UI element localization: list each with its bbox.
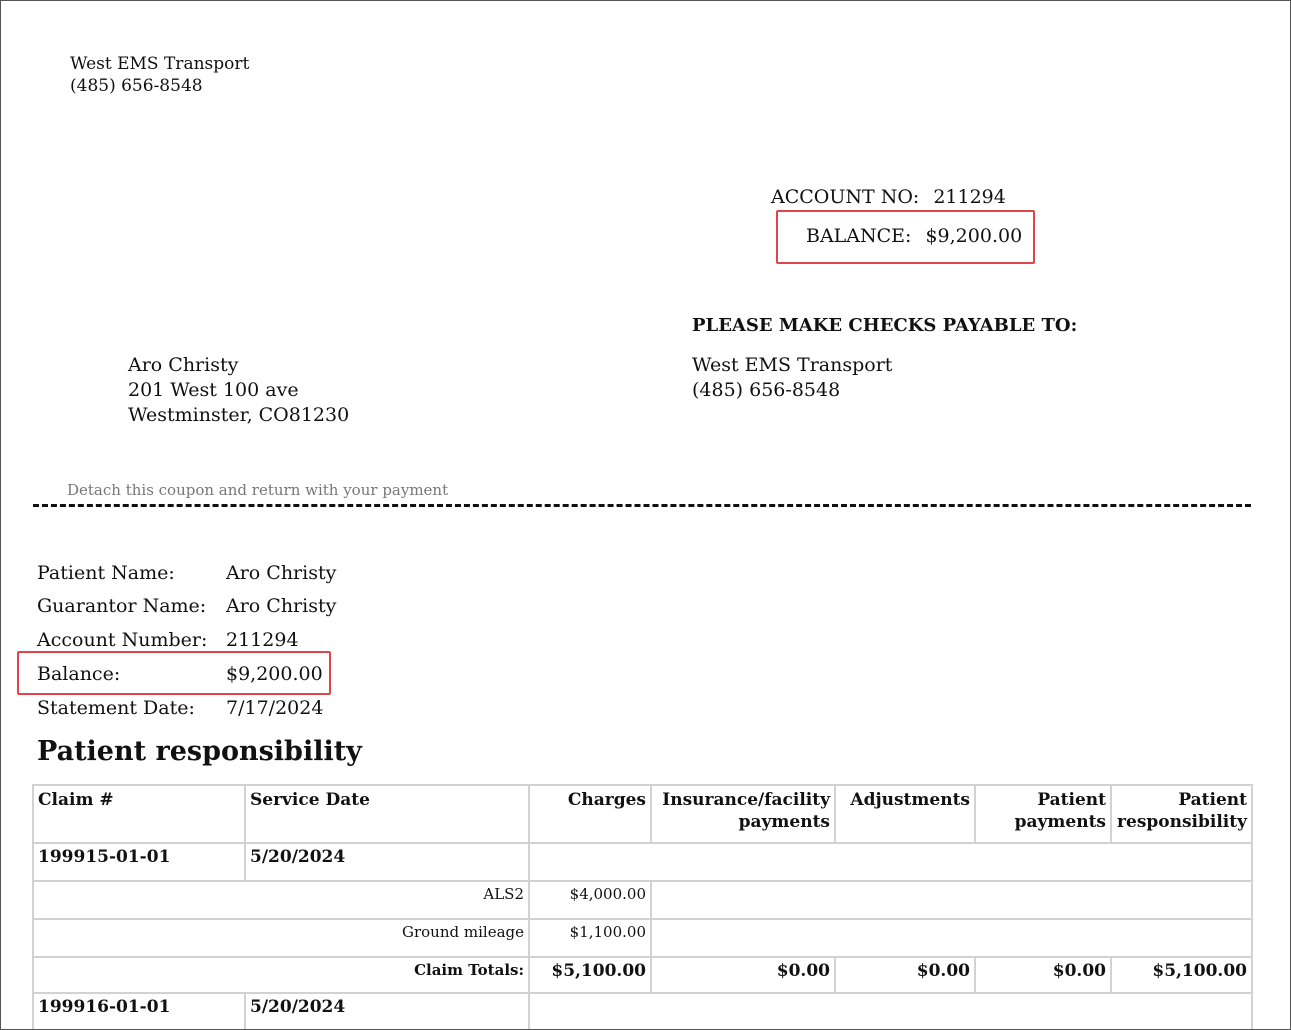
payable-heading: PLEASE MAKE CHECKS PAYABLE TO: <box>692 315 1078 336</box>
total-responsibility: $5,100.00 <box>1110 956 1253 994</box>
col-header-insurance: Insurance/facility payments <box>650 784 836 844</box>
table-row: ALS2 $4,000.00 <box>32 880 1253 920</box>
payable-phone: (485) 656-8548 <box>692 379 841 401</box>
claim-row-filler <box>528 842 1253 882</box>
account-number-line: ACCOUNT NO: 211294 <box>771 186 1006 208</box>
col-header-service-date: Service Date <box>244 784 530 844</box>
payable-block: West EMS Transport (485) 656-8548 <box>692 353 892 403</box>
table-row: Ground mileage $1,100.00 <box>32 918 1253 958</box>
info-value: Aro Christy <box>226 595 337 617</box>
account-number-label: ACCOUNT NO: <box>771 186 920 208</box>
info-label: Patient Name: <box>37 562 175 584</box>
recipient-street: 201 West 100 ave <box>128 379 299 401</box>
service-date: 5/20/2024 <box>244 992 530 1029</box>
col-header-claim: Claim # <box>32 784 246 844</box>
info-label: Guarantor Name: <box>37 595 207 617</box>
total-charges: $5,100.00 <box>528 956 652 994</box>
recipient-address: Aro Christy 201 West 100 ave Westminster… <box>128 353 349 428</box>
info-value: Aro Christy <box>226 562 337 584</box>
statement-page: West EMS Transport (485) 656-8548 ACCOUN… <box>0 0 1291 1030</box>
total-insurance: $0.00 <box>650 956 836 994</box>
sender-phone: (485) 656-8548 <box>70 76 203 96</box>
info-row-guarantor-name: Guarantor Name: Aro Christy <box>37 595 336 617</box>
balance-line: BALANCE: $9,200.00 <box>806 225 1022 247</box>
info-value: 7/17/2024 <box>226 697 324 719</box>
line-description: ALS2 <box>32 880 530 920</box>
line-filler <box>650 918 1253 958</box>
total-patient-payments: $0.00 <box>974 956 1112 994</box>
col-header-patient-payments: Patient payments <box>974 784 1112 844</box>
info-value: 211294 <box>226 629 299 651</box>
table-row: 199915-01-01 5/20/2024 <box>32 842 1253 882</box>
info-row-account-number: Account Number: 211294 <box>37 629 299 651</box>
payable-name: West EMS Transport <box>692 354 893 376</box>
recipient-city: Westminster, CO81230 <box>128 404 350 426</box>
line-description: Ground mileage <box>32 918 530 958</box>
claim-number: 199916-01-01 <box>32 992 246 1029</box>
claim-number: 199915-01-01 <box>32 842 246 882</box>
responsibility-table: Claim # Service Date Charges Insurance/f… <box>32 784 1253 1029</box>
section-title: Patient responsibility <box>37 736 362 767</box>
line-filler <box>650 880 1253 920</box>
col-header-charges: Charges <box>528 784 652 844</box>
total-adjustments: $0.00 <box>834 956 976 994</box>
table-row: 199916-01-01 5/20/2024 <box>32 992 1253 1029</box>
info-label: Balance: <box>37 663 121 685</box>
info-row-statement-date: Statement Date: 7/17/2024 <box>37 697 323 719</box>
info-label: Account Number: <box>37 629 208 651</box>
col-header-adjustments: Adjustments <box>834 784 976 844</box>
coupon-cut-line <box>33 504 1251 507</box>
info-row-patient-name: Patient Name: Aro Christy <box>37 562 336 584</box>
sender-block: West EMS Transport (485) 656-8548 <box>70 53 249 97</box>
info-row-balance: Balance: $9,200.00 <box>37 663 323 685</box>
info-label: Statement Date: <box>37 697 195 719</box>
recipient-name: Aro Christy <box>128 354 239 376</box>
claim-totals-label: Claim Totals: <box>32 956 530 994</box>
account-number-value: 211294 <box>933 186 1006 208</box>
line-charge: $1,100.00 <box>528 918 652 958</box>
claim-totals-row: Claim Totals: $5,100.00 $0.00 $0.00 $0.0… <box>32 956 1253 994</box>
detach-instruction: Detach this coupon and return with your … <box>67 481 449 499</box>
col-header-patient-responsibility: Patient responsibility <box>1110 784 1253 844</box>
table-header-row: Claim # Service Date Charges Insurance/f… <box>32 784 1253 844</box>
line-charge: $4,000.00 <box>528 880 652 920</box>
sender-name: West EMS Transport <box>70 54 250 74</box>
info-value: $9,200.00 <box>226 663 323 685</box>
service-date: 5/20/2024 <box>244 842 530 882</box>
balance-value: $9,200.00 <box>925 225 1023 247</box>
claim-row-filler <box>528 992 1253 1029</box>
balance-label: BALANCE: <box>806 225 912 247</box>
